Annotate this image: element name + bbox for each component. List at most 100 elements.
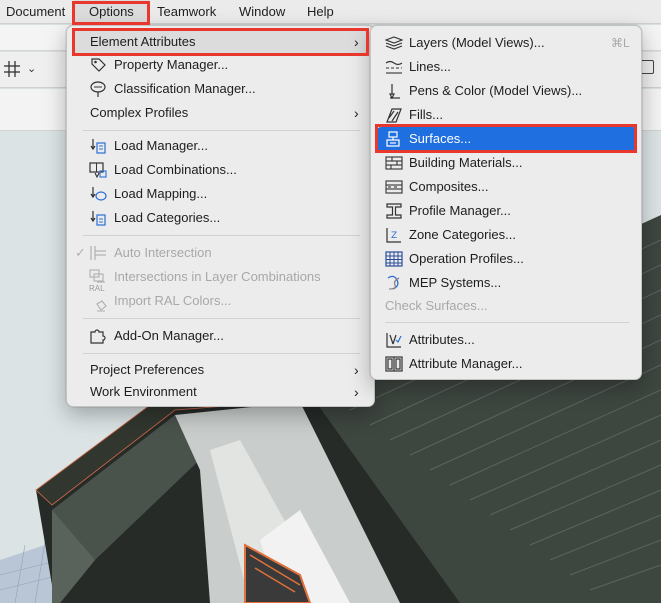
- menu-item-fills[interactable]: Fills...: [377, 103, 637, 127]
- menu-item-label: Load Mapping...: [114, 186, 208, 201]
- menu-item-label: Layers (Model Views)...: [409, 35, 545, 50]
- menu-item-label: Lines...: [409, 59, 451, 74]
- menu-separator: [83, 318, 360, 319]
- brick-wall-icon: [385, 155, 403, 171]
- menu-item-check-surfaces[interactable]: Check Surfaces...: [377, 294, 637, 318]
- menu-item-complex-profiles[interactable]: Complex Profiles ›: [73, 101, 370, 125]
- chevron-right-icon: ›: [354, 105, 359, 121]
- menu-item-label: Zone Categories...: [409, 227, 516, 242]
- menu-item-auto-intersection[interactable]: ✓ Auto Intersection: [73, 241, 370, 265]
- element-attributes-submenu: Layers (Model Views)... ⌘L Lines... Pens…: [370, 25, 642, 380]
- shortcut-label: ⌘L: [611, 36, 630, 50]
- tree-icon: [89, 81, 107, 97]
- composite-layers-icon: [385, 179, 403, 195]
- attribute-manager-icon: [385, 356, 403, 372]
- chevron-down-icon[interactable]: ⌄: [27, 62, 36, 75]
- menu-item-label: Check Surfaces...: [385, 298, 488, 313]
- menu-item-label: Building Materials...: [409, 155, 523, 170]
- menu-item-label: Load Categories...: [114, 210, 221, 225]
- menu-item-zone-categories[interactable]: Z Zone Categories...: [377, 223, 637, 247]
- pen-icon: [385, 83, 403, 100]
- menu-item-label: MEP Systems...: [409, 275, 502, 290]
- checkmark-icon: ✓: [75, 245, 86, 260]
- menu-item-mep-systems[interactable]: MEP Systems...: [377, 271, 637, 295]
- menu-item-label: Classification Manager...: [114, 81, 256, 96]
- options-menu: Element Attributes › Property Manager...…: [66, 25, 375, 407]
- puzzle-piece-icon: [89, 328, 107, 344]
- load-manager-icon: [89, 138, 107, 154]
- svg-text:Z: Z: [391, 231, 397, 241]
- menu-item-label: Composites...: [409, 179, 489, 194]
- menu-item-label: Attribute Manager...: [409, 356, 523, 371]
- menu-item-attributes[interactable]: Attributes...: [377, 328, 637, 352]
- surface-brush-icon: [385, 131, 403, 147]
- menu-item-building-materials[interactable]: Building Materials...: [377, 151, 637, 175]
- menu-item-work-environment[interactable]: Work Environment ›: [73, 380, 370, 404]
- menu-item-label: Element Attributes: [90, 34, 196, 49]
- menu-item-label: Property Manager...: [114, 57, 229, 72]
- menu-item-label: Project Preferences: [90, 362, 205, 377]
- menu-item-label: Pens & Color (Model Views)...: [409, 83, 583, 98]
- menu-item-layers[interactable]: Layers (Model Views)... ⌘L: [377, 31, 637, 55]
- menu-item-surfaces[interactable]: Surfaces...: [377, 127, 637, 151]
- menu-item-lines[interactable]: Lines...: [377, 55, 637, 79]
- load-combinations-icon: [89, 162, 107, 179]
- menu-item-import-ral-colors[interactable]: RAL Import RAL Colors...: [73, 284, 370, 313]
- menu-item-label: Operation Profiles...: [409, 251, 524, 266]
- menu-options[interactable]: Options: [74, 0, 150, 24]
- menu-item-label: Work Environment: [90, 384, 197, 399]
- i-beam-icon: [385, 203, 403, 219]
- menu-item-load-mapping[interactable]: Load Mapping...: [73, 182, 370, 206]
- ral-badge: RAL: [89, 284, 105, 293]
- menu-bar: Document Options Teamwork Window Help: [0, 0, 661, 24]
- menu-item-label: Import RAL Colors...: [114, 293, 232, 308]
- menu-item-classification-manager[interactable]: Classification Manager...: [73, 77, 370, 101]
- attributes-icon: [385, 332, 403, 348]
- menu-item-label: Attributes...: [409, 332, 475, 347]
- auto-intersection-icon: [89, 245, 107, 261]
- menu-item-label: Add-On Manager...: [114, 328, 224, 343]
- menu-separator: [83, 353, 360, 354]
- chevron-right-icon: ›: [354, 34, 359, 50]
- menu-item-intersections-layer-combinations[interactable]: Intersections in Layer Combinations: [73, 265, 370, 289]
- menu-item-element-attributes[interactable]: Element Attributes ›: [73, 30, 370, 54]
- menu-item-load-categories[interactable]: Load Categories...: [73, 206, 370, 230]
- mep-pipes-icon: [385, 275, 403, 291]
- menu-item-pens-color[interactable]: Pens & Color (Model Views)...: [377, 79, 637, 103]
- menu-separator: [385, 322, 629, 323]
- menu-item-label: Complex Profiles: [90, 105, 189, 120]
- menu-item-composites[interactable]: Composites...: [377, 175, 637, 199]
- menu-item-add-on-manager[interactable]: Add-On Manager...: [73, 324, 370, 348]
- menu-item-label: Load Manager...: [114, 138, 208, 153]
- layer-intersection-icon: [89, 269, 107, 285]
- menu-document[interactable]: Document: [6, 0, 65, 24]
- zone-icon: Z: [385, 227, 403, 243]
- menu-help[interactable]: Help: [307, 0, 334, 24]
- menu-teamwork[interactable]: Teamwork: [157, 0, 216, 24]
- menu-item-label: Auto Intersection: [114, 245, 212, 260]
- menu-item-label: Intersections in Layer Combinations: [114, 269, 321, 284]
- menu-item-label: Profile Manager...: [409, 203, 511, 218]
- menu-item-profile-manager[interactable]: Profile Manager...: [377, 199, 637, 223]
- load-mapping-icon: [89, 186, 107, 202]
- menu-item-label: Load Combinations...: [114, 162, 237, 177]
- line-types-icon: [385, 59, 403, 75]
- menu-item-attribute-manager[interactable]: Attribute Manager...: [377, 352, 637, 376]
- paint-bucket-icon: [95, 296, 107, 312]
- toolbar-tool-icon[interactable]: [640, 60, 654, 74]
- menu-item-operation-profiles[interactable]: Operation Profiles...: [377, 247, 637, 271]
- menu-item-load-manager[interactable]: Load Manager...: [73, 134, 370, 158]
- menu-item-load-combinations[interactable]: Load Combinations...: [73, 158, 370, 182]
- grid-table-icon: [385, 251, 403, 267]
- menu-item-label: Surfaces...: [409, 131, 472, 146]
- menu-item-property-manager[interactable]: Property Manager...: [73, 53, 370, 77]
- fill-hatch-icon: [385, 107, 403, 123]
- load-categories-icon: [89, 210, 107, 226]
- menu-window[interactable]: Window: [239, 0, 285, 24]
- layers-icon: [384, 35, 404, 51]
- tag-icon: [89, 57, 107, 73]
- chevron-right-icon: ›: [354, 384, 359, 400]
- grid-snap-icon[interactable]: [4, 61, 20, 77]
- menu-item-project-preferences[interactable]: Project Preferences ›: [73, 358, 370, 382]
- menu-separator: [83, 130, 360, 131]
